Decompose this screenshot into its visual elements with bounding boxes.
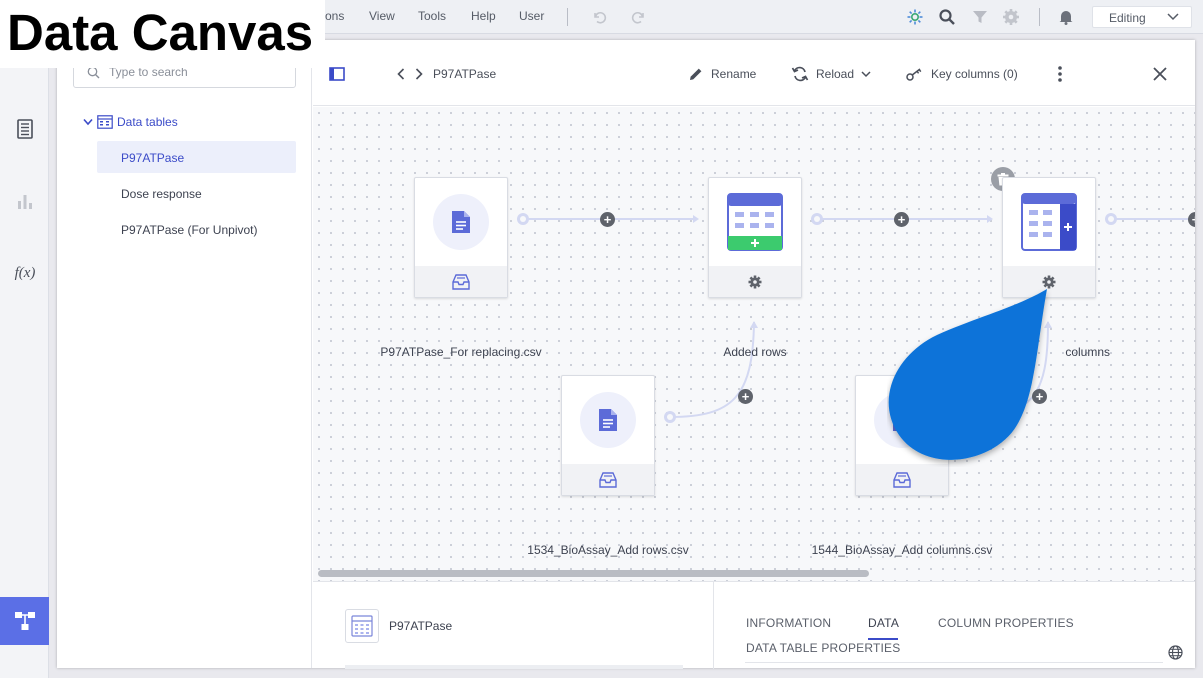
tab-data[interactable]: DATA <box>868 616 899 630</box>
add-rows-table-icon <box>727 193 783 251</box>
inbox-source-icon[interactable] <box>599 471 617 488</box>
redo-icon[interactable] <box>628 6 650 28</box>
rename-button[interactable]: Rename <box>688 64 756 84</box>
menu-tools[interactable]: Tools <box>418 9 446 23</box>
key-columns-button[interactable]: Key columns (0) <box>906 64 1018 84</box>
added-columns-node[interactable] <box>1002 177 1096 298</box>
insert-step-plus-button[interactable]: + <box>894 212 909 227</box>
chevron-down-icon <box>861 70 871 77</box>
undo-icon[interactable] <box>588 6 610 28</box>
reload-icon <box>791 66 809 82</box>
document-file-icon <box>452 211 470 233</box>
rename-label: Rename <box>711 67 757 81</box>
toggle-sidebar-icon[interactable] <box>329 64 345 84</box>
data-tables-group[interactable]: Data tables <box>83 113 178 131</box>
search-icon[interactable] <box>936 6 958 28</box>
added-rows-node[interactable] <box>708 177 802 298</box>
callout-pointer-marker <box>888 289 1047 460</box>
insert-step-plus-button[interactable]: + <box>600 212 615 227</box>
chevron-down-icon <box>83 118 93 126</box>
menu-view[interactable]: View <box>369 9 395 23</box>
menu-options[interactable]: ons <box>325 9 344 23</box>
notifications-bell-icon[interactable] <box>1055 6 1077 28</box>
back-chevron-icon[interactable] <box>397 64 405 84</box>
data-canvas[interactable]: P97ATPase_For replacing.csv Added rows c… <box>313 107 1195 581</box>
pencil-icon <box>688 66 704 82</box>
add-columns-table-icon <box>1021 193 1077 251</box>
details-panel: P97ATPase INFORMATION DATA COLUMN PROPER… <box>313 581 1195 669</box>
reload-button[interactable]: Reload <box>791 64 871 84</box>
tab-information[interactable]: INFORMATION <box>746 616 831 630</box>
data-tables-sidebar: Data tables P97ATPase Dose response P97A… <box>57 40 312 668</box>
chevron-down-icon <box>1167 13 1179 21</box>
function-fx-icon[interactable]: f(x) <box>12 260 38 286</box>
sidebar-item-p97atpase-unpivot[interactable]: P97ATPase (For Unpivot) <box>97 213 296 245</box>
document-file-icon <box>599 409 617 431</box>
source-node-add-rows[interactable] <box>561 375 655 496</box>
reload-label: Reload <box>816 67 855 81</box>
source-node-replacing[interactable] <box>414 177 508 298</box>
ai-assistant-icon[interactable] <box>904 6 926 28</box>
details-table-title: P97ATPase <box>389 619 453 633</box>
active-tab-indicator <box>868 638 898 640</box>
data-tables-label: Data tables <box>117 115 178 129</box>
node-label: Added rows <box>723 345 787 359</box>
node-label: 1544_BioAssay_Add columns.csv <box>811 543 993 557</box>
visualization-bar-chart-icon[interactable] <box>12 188 38 214</box>
settings-gear-icon[interactable] <box>1000 6 1022 28</box>
insert-step-plus-button[interactable]: + <box>738 389 753 404</box>
data-canvas-flow-icon[interactable] <box>0 597 49 645</box>
caption-overlay: Data Canvas <box>0 0 325 68</box>
mode-dropdown-value: Editing <box>1109 11 1146 25</box>
mode-dropdown[interactable]: Editing <box>1092 6 1192 28</box>
table-icon <box>345 609 379 643</box>
left-rail: f(x) <box>0 34 49 678</box>
details-divider <box>713 582 714 669</box>
data-table-icon[interactable] <box>12 116 38 142</box>
menu-separator <box>567 8 568 26</box>
breadcrumb-current-table: P97ATPase <box>433 67 497 81</box>
filter-icon[interactable] <box>969 6 991 28</box>
menu-separator <box>1039 8 1040 26</box>
sidebar-item-p97atpase[interactable]: P97ATPase <box>97 141 296 173</box>
globe-icon[interactable] <box>1168 645 1183 663</box>
node-label: 1534_BioAssay_Add rows.csv <box>527 543 689 557</box>
canvas-toolbar: P97ATPase Rename Reload Key columns (0) <box>313 40 1195 106</box>
tab-column-properties[interactable]: COLUMN PROPERTIES <box>938 616 1074 630</box>
tab-data-table-properties[interactable]: DATA TABLE PROPERTIES <box>746 641 900 655</box>
forward-chevron-icon[interactable] <box>415 64 423 84</box>
more-options-icon[interactable] <box>1057 64 1063 84</box>
inbox-source-icon[interactable] <box>452 273 470 290</box>
node-label: P97ATPase_For replacing.csv <box>380 345 542 359</box>
details-preview-strip <box>345 665 683 669</box>
sidebar-item-dose-response[interactable]: Dose response <box>97 177 296 209</box>
key-columns-label: Key columns (0) <box>931 67 1018 81</box>
canvas-horizontal-scrollbar[interactable] <box>318 570 869 577</box>
menu-user[interactable]: User <box>519 9 544 23</box>
key-icon <box>906 67 924 81</box>
menu-help[interactable]: Help <box>471 9 496 23</box>
tabs-rule <box>745 662 1163 663</box>
settings-gear-icon[interactable] <box>748 275 762 289</box>
close-icon[interactable] <box>1153 64 1167 84</box>
inbox-source-icon[interactable] <box>893 471 911 488</box>
table-icon <box>97 115 113 129</box>
